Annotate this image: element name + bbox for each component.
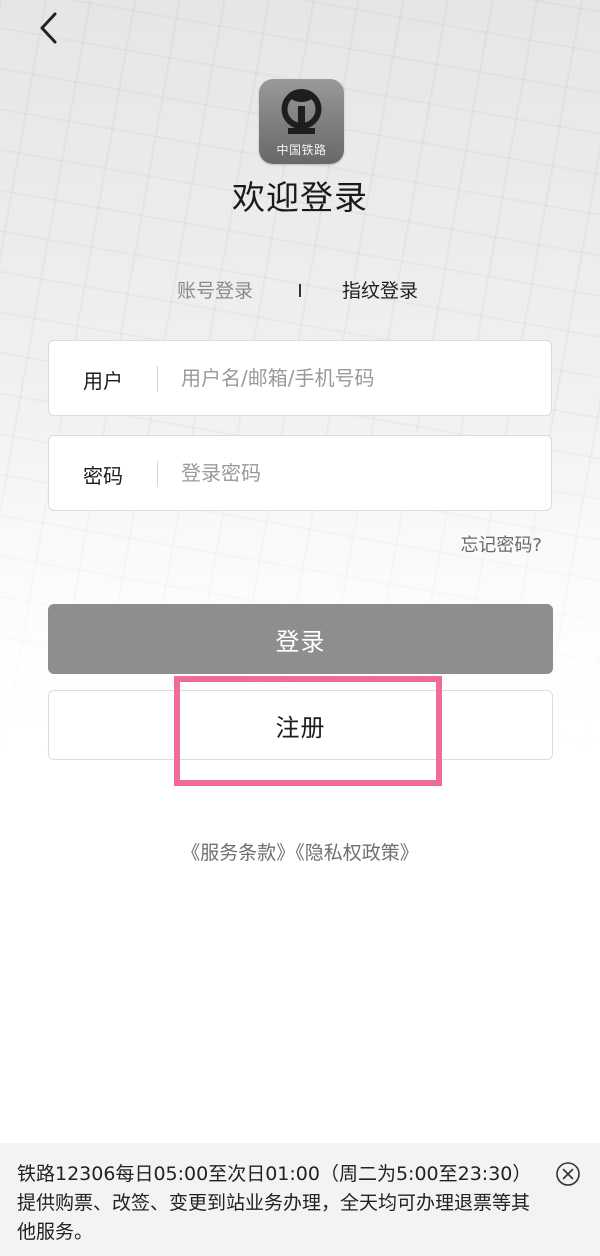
tab-fingerprint-login[interactable]: 指纹登录 [342,276,418,303]
register-button[interactable]: 注册 [48,690,553,760]
tab-separator [299,284,301,297]
chevron-left-icon [40,12,57,44]
service-notice-bar: 铁路12306每日05:00至次日01:00（周二为5:00至23:30）提供购… [0,1143,600,1256]
app-logo: 中国铁路 [259,79,344,164]
terms-link[interactable]: 《服务条款》 [181,842,295,864]
username-input[interactable] [181,359,531,397]
privacy-link[interactable]: 《隐私权政策》 [295,842,419,864]
password-label: 密码 [83,464,123,488]
field-divider [157,366,158,392]
close-circle-icon[interactable] [555,1161,581,1187]
service-notice-text: 铁路12306每日05:00至次日01:00（周二为5:00至23:30）提供购… [17,1163,532,1243]
field-divider [157,461,158,487]
back-button[interactable] [28,8,68,48]
password-field: 密码 [48,435,552,511]
page-title: 欢迎登录 [232,178,368,217]
login-button[interactable]: 登录 [48,604,553,674]
username-label: 用户 [83,369,123,393]
forgot-password-link[interactable]: 忘记密码? [460,531,542,557]
policy-links: 《服务条款》《隐私权政策》 [0,838,600,865]
username-field: 用户 [48,340,552,416]
logo-caption: 中国铁路 [276,143,327,157]
password-input[interactable] [181,454,531,492]
tab-account-login[interactable]: 账号登录 [177,276,253,303]
